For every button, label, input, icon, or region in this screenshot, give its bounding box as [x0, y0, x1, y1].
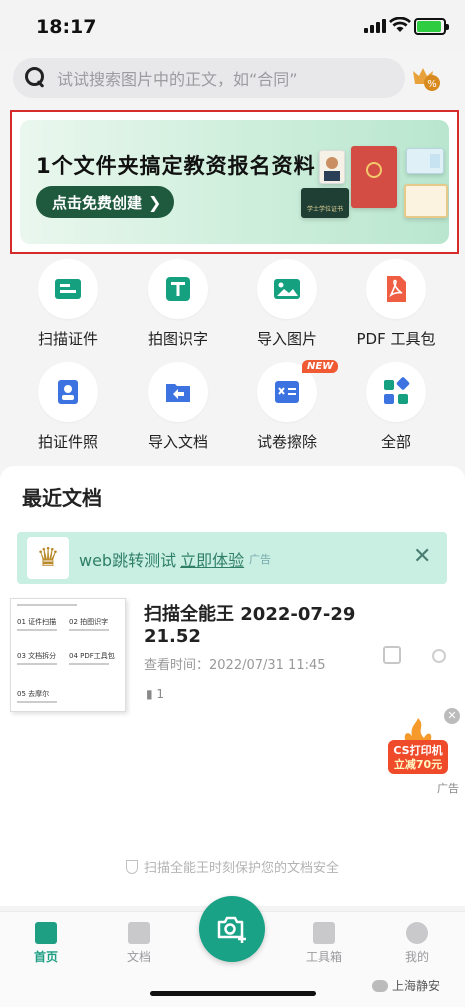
pdf-icon	[387, 276, 406, 302]
promo-ad-tag: 广告	[437, 782, 459, 795]
ad-text: web跳转测试	[79, 551, 177, 570]
search-icon	[25, 67, 47, 89]
nav-label: 文档	[126, 950, 151, 964]
nav-documents[interactable]: 文档	[104, 922, 174, 965]
tool-all[interactable]: 全部	[341, 362, 451, 452]
search-placeholder: 试试搜索图片中的正文，如“合同”	[57, 70, 298, 89]
tool-label: 拍证件照	[37, 433, 98, 451]
nav-toolbox[interactable]: 工具箱	[289, 922, 359, 965]
certificate-text: 学士学位证书	[306, 206, 343, 213]
watermark-text: 上海静安	[392, 979, 441, 993]
nav-label: 首页	[33, 950, 58, 964]
printer-promo[interactable]: CS打印机 立减70元	[386, 716, 450, 776]
id-photo-card	[319, 150, 345, 184]
id-card	[406, 148, 444, 174]
tool-grid: 扫描证件 拍图识字 导入图片 PDF 工具包 拍证件照 导入文档 试卷擦除 全部	[0, 254, 465, 464]
text-recognition-icon	[166, 277, 190, 301]
exam-erase-icon	[275, 381, 299, 403]
cellular-signal-icon	[364, 19, 386, 33]
page-count-value: 1	[156, 687, 165, 701]
svg-text:%: %	[427, 79, 437, 90]
thumb-row: 01 证件扫描	[17, 618, 57, 626]
document-icon	[128, 922, 150, 944]
ad-link[interactable]: 立即体验	[180, 551, 244, 570]
document-viewed-time: 查看时间：2022/07/31 11:45	[144, 658, 326, 673]
nav-label: 工具箱	[305, 950, 342, 964]
thumb-row: 04 PDF工具包	[69, 652, 115, 660]
document-thumbnail: 01 证件扫描 02 拍图识字 03 文档拆分 04 PDF工具包 05 去摩尔	[10, 598, 126, 712]
promo-banner[interactable]: 1个文件夹搞定教资报名资料 点击免费创建 ❯ 学士学位证书	[20, 120, 449, 244]
tool-import-document[interactable]: 导入文档	[123, 362, 233, 452]
crown-icon: ♛	[27, 537, 69, 579]
document-item[interactable]: 01 证件扫描 02 拍图识字 03 文档拆分 04 PDF工具包 05 去摩尔…	[0, 594, 465, 712]
close-icon[interactable]: ✕	[413, 544, 431, 569]
user-icon	[406, 922, 428, 944]
tool-text-recognition[interactable]: 拍图识字	[123, 259, 233, 349]
ad-strip[interactable]: ♛ web跳转测试 立即体验 广告 ✕	[17, 532, 447, 584]
red-booklet	[351, 146, 397, 208]
new-badge: NEW	[302, 360, 339, 373]
shield-icon	[125, 860, 138, 874]
tool-id-photo[interactable]: 拍证件照	[13, 362, 123, 452]
tool-exam-erase[interactable]: 试卷擦除	[232, 362, 342, 452]
wechat-icon	[372, 979, 388, 992]
tool-label: 扫描证件	[37, 330, 98, 348]
tool-pdf-kit[interactable]: PDF 工具包	[341, 259, 451, 349]
tool-label: 全部	[380, 433, 411, 451]
security-note: 扫描全能王时刻保护您的文档安全	[0, 857, 465, 876]
tool-label: 导入图片	[256, 330, 317, 348]
search-bar[interactable]: 试试搜索图片中的正文，如“合同”	[13, 58, 405, 98]
document-select-icon[interactable]	[432, 649, 446, 663]
chevron-right-icon: ❯	[148, 192, 162, 212]
ad-tag: 广告	[249, 553, 271, 566]
camera-icon	[217, 916, 246, 943]
security-text: 扫描全能王时刻保护您的文档安全	[143, 861, 339, 876]
thumb-row: 03 文档拆分	[17, 652, 57, 660]
import-folder-icon	[166, 384, 190, 402]
banner-title: 1个文件夹搞定教资报名资料	[36, 154, 316, 178]
tool-label: 试卷擦除	[256, 433, 317, 451]
banner-highlight-frame: 1个文件夹搞定教资报名资料 点击免费创建 ❯ 学士学位证书	[10, 110, 459, 254]
nav-home[interactable]: 首页	[11, 922, 81, 965]
status-time: 18:17	[36, 16, 97, 38]
image-icon	[274, 279, 300, 299]
ad-text-wrap: web跳转测试 立即体验	[79, 547, 244, 571]
page-icon: ▮	[146, 687, 157, 701]
document-edit-icon[interactable]	[383, 646, 401, 664]
wifi-icon	[389, 17, 411, 32]
tool-import-image[interactable]: 导入图片	[232, 259, 342, 349]
id-card-icon	[55, 279, 81, 299]
tool-label: 拍图识字	[147, 330, 208, 348]
document-name: 扫描全能王 2022-07-29 21.52	[144, 604, 356, 647]
id-photo-icon	[58, 380, 78, 404]
all-apps-icon	[384, 377, 410, 404]
thumb-row: 02 拍图识字	[69, 618, 109, 626]
recent-heading: 最近文档	[22, 486, 102, 510]
tool-label: 导入文档	[147, 433, 208, 451]
promo-line1: CS打印机	[393, 743, 442, 757]
home-icon	[35, 922, 57, 944]
promo-line2: 立减70元	[394, 757, 442, 771]
document-page-count: ▮ 1	[146, 687, 164, 701]
award-certificate	[404, 184, 448, 218]
banner-cta-label: 点击免费创建	[52, 193, 143, 212]
nav-label: 我的	[404, 950, 429, 964]
status-bar: 18:17	[0, 0, 465, 52]
home-indicator	[150, 991, 316, 996]
watermark: 上海静安	[372, 977, 440, 994]
nav-profile[interactable]: 我的	[382, 922, 452, 965]
camera-button[interactable]	[199, 896, 265, 962]
tool-label: PDF 工具包	[356, 330, 436, 348]
tool-scan-id[interactable]: 扫描证件	[13, 259, 123, 349]
thumb-row: 05 去摩尔	[17, 690, 50, 698]
degree-certificate: 学士学位证书	[301, 188, 349, 218]
toolbox-icon	[313, 922, 335, 944]
banner-create-button[interactable]: 点击免费创建 ❯	[36, 186, 174, 218]
vip-discount-icon[interactable]: %	[410, 63, 442, 93]
battery-icon	[414, 18, 449, 35]
recent-documents-section: 最近文档 ♛ web跳转测试 立即体验 广告 ✕ 01 证件扫描 02 拍图识字 …	[0, 466, 465, 906]
